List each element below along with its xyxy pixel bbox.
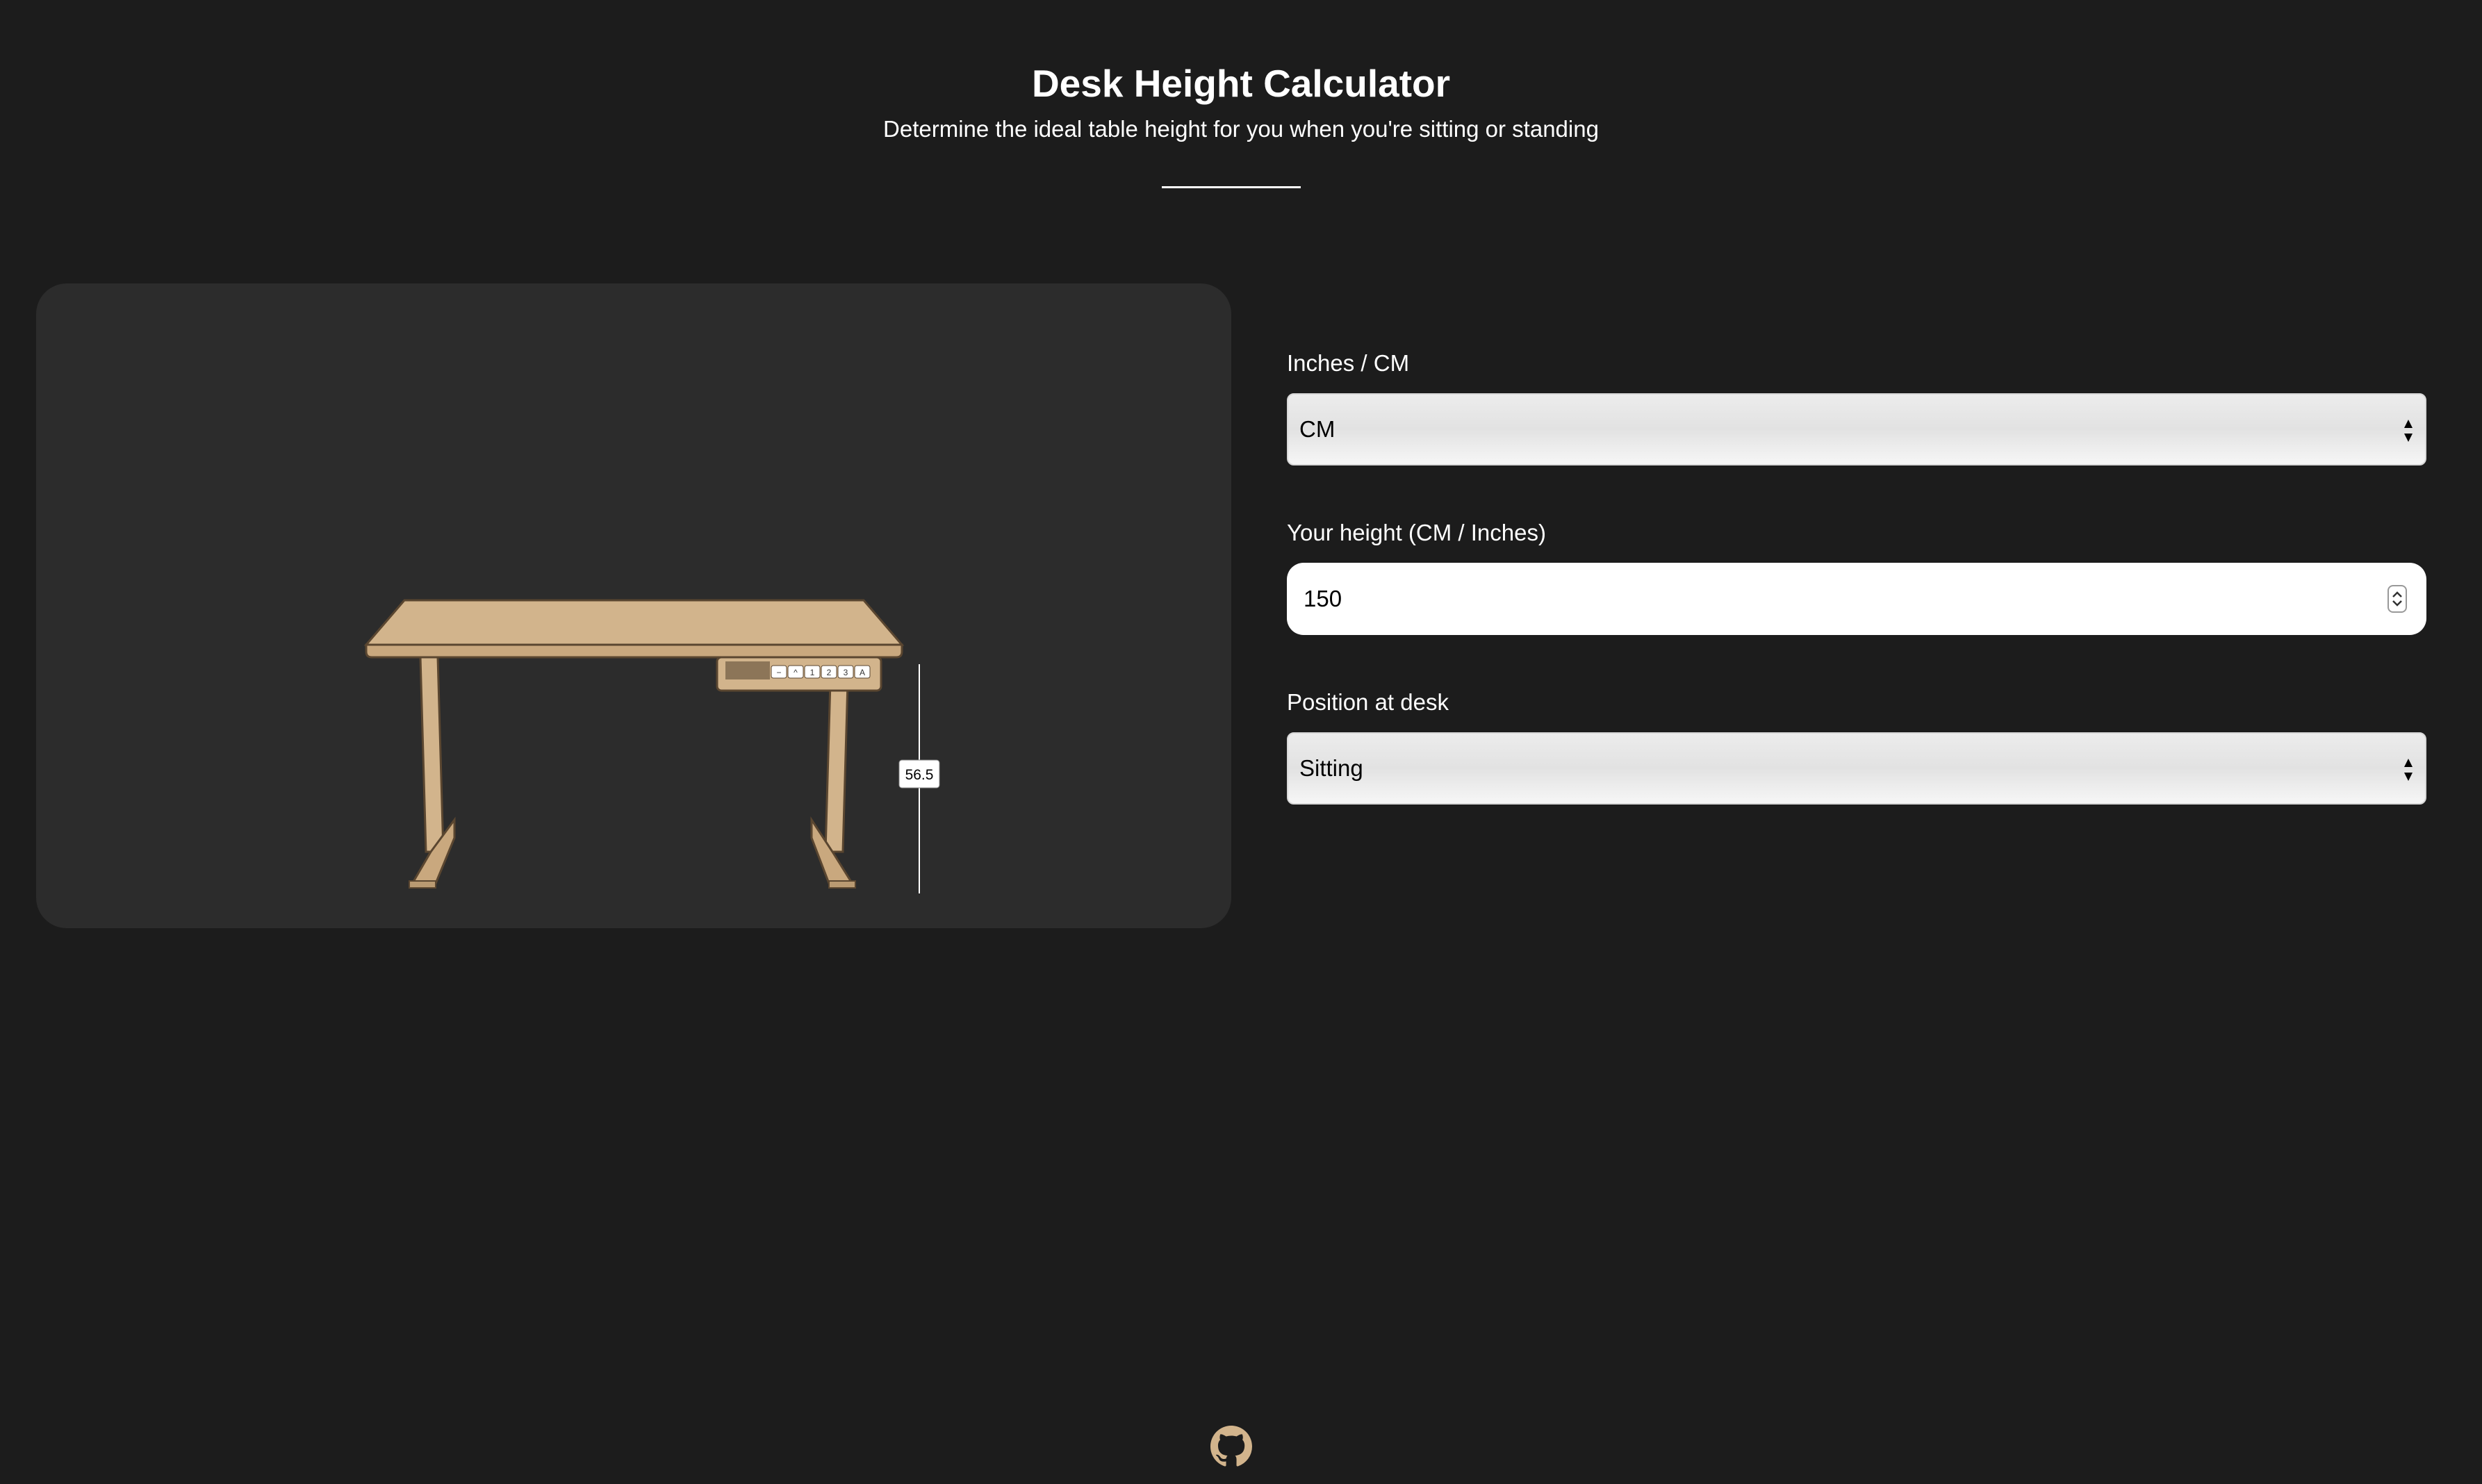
desk-illustration: − ^ 1 2 3 A 56.5 (363, 599, 940, 893)
number-spinner-icon[interactable] (2388, 585, 2407, 613)
height-input-value: 150 (1304, 586, 1342, 611)
position-select[interactable]: Sitting (1287, 732, 2426, 805)
desk-control-button-label: 2 (827, 668, 832, 677)
unit-select[interactable]: CM (1287, 393, 2426, 465)
desk-visual-panel: − ^ 1 2 3 A 56.5 (36, 283, 1231, 928)
desk-leg-left (419, 656, 445, 853)
desk-control-button-label: ^ (794, 668, 798, 677)
desk-top-edge (365, 643, 903, 659)
page-title: Desk Height Calculator (1031, 62, 1451, 105)
height-label: Your height (CM / Inches) (1287, 520, 1546, 545)
github-icon[interactable] (1210, 1426, 1252, 1467)
unit-label: Inches / CM (1287, 350, 1410, 376)
height-indicator-label: 56.5 (905, 767, 934, 783)
page-subtitle: Determine the ideal table height for you… (883, 116, 1599, 142)
desk-control-button-label: − (776, 668, 781, 677)
desk-control-button-label: A (860, 668, 865, 677)
height-input[interactable]: 150 (1287, 563, 2426, 635)
desk-control-display (725, 661, 770, 679)
desk-control-button-label: 3 (844, 668, 848, 677)
unit-select-value: CM (1299, 416, 1335, 442)
desk-foot-left-base (409, 880, 436, 889)
desk-control-button-label: 1 (810, 668, 815, 677)
position-label: Position at desk (1287, 689, 1449, 715)
select-arrows-icon (2404, 759, 2413, 781)
header-divider (1162, 186, 1301, 188)
desk-foot-right-base (828, 880, 856, 889)
select-arrows-icon (2404, 420, 2413, 442)
position-select-value: Sitting (1299, 755, 1363, 781)
desk-top (363, 599, 905, 646)
